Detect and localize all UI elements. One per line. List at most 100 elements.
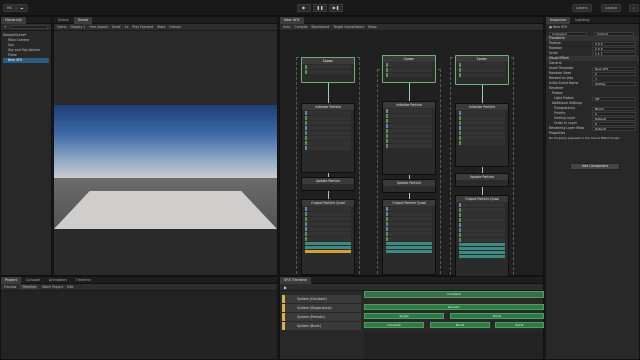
add-button[interactable]: + bbox=[4, 25, 7, 29]
tab-animation[interactable]: Animation bbox=[45, 277, 71, 284]
tab-timeline[interactable]: Timeline bbox=[72, 277, 95, 284]
tab-vfx-timeline[interactable]: VFX Timeline bbox=[280, 277, 311, 284]
add-component-button[interactable]: Add Component bbox=[570, 163, 620, 170]
play-controls: ▶ ❚❚ ▶❚ bbox=[297, 4, 343, 12]
vfx-graph-panel: New VFX Auto Compile Blackboard Target G… bbox=[279, 16, 544, 285]
compile-button[interactable]: Compile bbox=[294, 25, 307, 29]
display-dropdown[interactable]: Display 1 bbox=[71, 25, 86, 29]
output-node[interactable]: Output Particle Quad bbox=[301, 199, 355, 275]
tab-project[interactable]: Project bbox=[1, 277, 21, 284]
flow-link bbox=[328, 191, 329, 199]
hierarchy-tree: SampleScene* Main Camera Sun Sky and Fog… bbox=[3, 33, 49, 63]
game-mode-dropdown[interactable]: Game bbox=[57, 25, 67, 29]
flow-link bbox=[328, 83, 329, 103]
cube-icon: ▣ bbox=[549, 25, 553, 29]
header-clip[interactable]: Constant bbox=[364, 291, 544, 298]
object-name[interactable]: New VFX bbox=[553, 25, 567, 29]
update-node[interactable]: Update Particle bbox=[382, 179, 436, 193]
properties-note: No Property exposed in the Visual Effect… bbox=[549, 136, 620, 140]
node-title: Output Particle Quad bbox=[302, 200, 354, 206]
track-periodic[interactable]: System (Periodic) bbox=[282, 313, 361, 321]
timeline-dropdown[interactable]: Timeline bbox=[20, 285, 38, 289]
clip[interactable]: Single bbox=[364, 313, 444, 319]
node-title: Initialize Particle bbox=[383, 102, 435, 108]
output-node[interactable]: Output Particle Quad bbox=[455, 195, 509, 281]
node-title: Update Particle bbox=[383, 180, 435, 186]
project-toolbar: Preview Timeline Stitch Project Edit bbox=[1, 284, 277, 291]
search-input[interactable] bbox=[10, 25, 48, 29]
plane-mesh bbox=[54, 191, 277, 229]
auto-toggle[interactable]: Auto bbox=[283, 25, 290, 29]
show-button[interactable]: Show bbox=[368, 25, 377, 29]
project-label: Stitch Project bbox=[41, 285, 64, 289]
game-toolbar: Game Display 1 Free Aspect Scale 1x Play… bbox=[54, 24, 277, 31]
edit-button[interactable]: Edit bbox=[67, 285, 73, 289]
flow-link bbox=[409, 83, 410, 101]
spawn-node[interactable]: Spawn bbox=[455, 55, 509, 85]
node-title: Spawn bbox=[302, 58, 354, 64]
update-node[interactable]: Update Particle bbox=[455, 173, 509, 187]
clip[interactable]: Burst bbox=[495, 322, 544, 328]
node-title: Update Particle bbox=[302, 178, 354, 184]
flow-link bbox=[482, 85, 483, 103]
layout-dropdown[interactable]: Layout bbox=[601, 4, 621, 12]
tab-scene[interactable]: Scene bbox=[54, 17, 73, 24]
stats-button[interactable]: Stats bbox=[157, 25, 165, 29]
track-constant[interactable]: System (Constant) bbox=[282, 295, 361, 303]
step-button[interactable]: ▶❚ bbox=[329, 4, 343, 12]
clip[interactable]: Constant bbox=[364, 322, 424, 328]
layers-dropdown[interactable]: Layers bbox=[572, 4, 592, 12]
cloud-icon[interactable]: ☁ bbox=[16, 4, 28, 12]
track-single-burst[interactable]: System (Single-burst) bbox=[282, 304, 361, 312]
timeline-empty-area[interactable] bbox=[364, 331, 543, 359]
play-icon[interactable]: ▶ bbox=[284, 285, 287, 290]
tab-console[interactable]: Console bbox=[22, 277, 44, 284]
tab-vfx-graph[interactable]: New VFX bbox=[280, 17, 304, 24]
account-button[interactable]: MC bbox=[3, 4, 17, 12]
node-title: Output Particle Quad bbox=[456, 196, 508, 202]
vfx-toolbar: Auto Compile Blackboard Target GameObjec… bbox=[280, 24, 543, 31]
node-title: Update Particle bbox=[456, 174, 508, 180]
project-content[interactable] bbox=[1, 291, 277, 359]
scale-value[interactable]: 1x bbox=[124, 25, 128, 29]
initialize-node[interactable]: Initialize Particle bbox=[301, 103, 355, 173]
game-viewport[interactable] bbox=[54, 31, 277, 275]
tab-lighting[interactable]: Lighting bbox=[571, 17, 593, 24]
blackboard-toggle[interactable]: Blackboard bbox=[311, 25, 329, 29]
tab-inspector[interactable]: Inspector bbox=[546, 17, 571, 24]
play-focused-dropdown[interactable]: Play Focused bbox=[132, 25, 153, 29]
node-title: Output Particle Quad bbox=[383, 200, 435, 206]
project-panel: Project Console Animation Timeline Previ… bbox=[0, 276, 278, 360]
initialize-node[interactable]: Initialize Particle bbox=[455, 103, 509, 167]
tab-game[interactable]: Game bbox=[73, 17, 93, 24]
initialize-node[interactable]: Initialize Particle bbox=[382, 101, 436, 175]
preview-toggle[interactable]: Preview bbox=[4, 285, 16, 289]
track-burst[interactable]: System (Burst) bbox=[282, 322, 361, 330]
top-toolbar: MC ☁ ▶ ❚❚ ▶❚ Layers Layout ⌕ bbox=[0, 0, 640, 16]
aspect-dropdown[interactable]: Free Aspect bbox=[89, 25, 108, 29]
clip[interactable]: Burst bbox=[450, 313, 544, 319]
hierarchy-panel: Hierarchy + SampleScene* Main Camera Sun… bbox=[0, 16, 52, 276]
node-title: Spawn bbox=[456, 56, 508, 62]
timeline-controls: ▶ bbox=[280, 284, 543, 291]
tab-hierarchy[interactable]: Hierarchy bbox=[1, 17, 26, 24]
sky bbox=[54, 105, 277, 178]
spawn-node[interactable]: Spawn bbox=[301, 57, 355, 83]
inspector-panel: Inspector Lighting ▣ New VFX Untagged De… bbox=[545, 16, 640, 360]
pause-button[interactable]: ❚❚ bbox=[313, 4, 327, 12]
play-button[interactable]: ▶ bbox=[297, 4, 311, 12]
gizmos-button[interactable]: Gizmos bbox=[169, 25, 181, 29]
flow-link bbox=[482, 187, 483, 195]
update-node[interactable]: Update Particle bbox=[301, 177, 355, 191]
timeline-panel: VFX Timeline ▶ Constant System (Constant… bbox=[279, 276, 544, 360]
scale-label: Scale bbox=[111, 25, 121, 29]
graph-canvas[interactable]: Spawn Initialize Particle Update Particl… bbox=[280, 31, 543, 285]
output-node[interactable]: Output Particle Quad bbox=[382, 199, 436, 275]
tree-item-selected[interactable]: New VFX bbox=[3, 58, 49, 63]
spawn-node[interactable]: Spawn bbox=[382, 55, 436, 83]
clip[interactable]: Periodic bbox=[364, 304, 544, 310]
clip[interactable]: Burst bbox=[430, 322, 490, 328]
node-title: Initialize Particle bbox=[302, 104, 354, 110]
search-icon[interactable]: ⌕ bbox=[629, 4, 639, 12]
target-object-label[interactable]: Target GameObject bbox=[333, 25, 364, 29]
